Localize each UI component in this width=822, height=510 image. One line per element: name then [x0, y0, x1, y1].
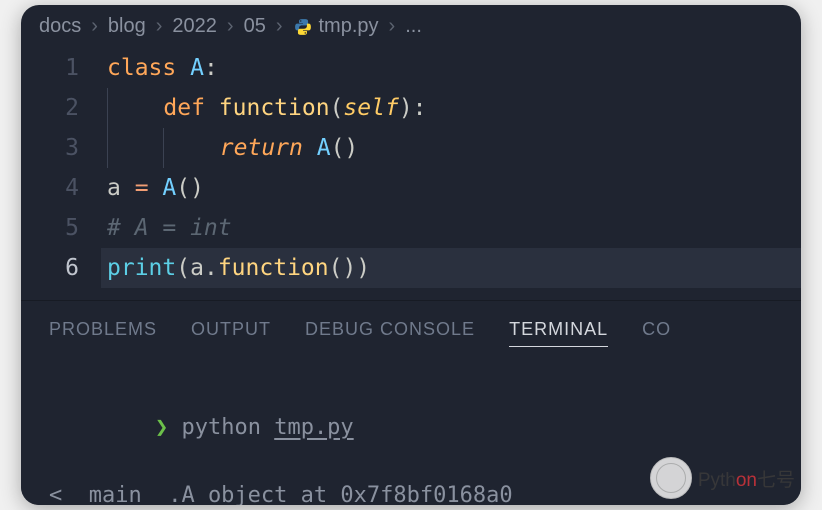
panel-tab-output[interactable]: OUTPUT	[191, 319, 271, 347]
token-punc: ())	[329, 255, 371, 281]
code-line[interactable]: print(a.function())	[101, 248, 801, 288]
token-punc: ()	[176, 175, 204, 201]
token-cls: A	[162, 175, 176, 201]
token-punc: :	[204, 55, 218, 81]
line-number: 2	[21, 88, 79, 128]
token-cls: A	[190, 55, 204, 81]
token-op: =	[135, 175, 163, 201]
chevron-right-icon: ›	[389, 15, 396, 38]
token-fn: function	[219, 95, 330, 121]
breadcrumb: docs › blog › 2022 › 05 › tmp.py › ...	[21, 5, 801, 46]
token-kw: class	[107, 55, 190, 81]
panel-tab-co[interactable]: CO	[642, 319, 671, 347]
python-icon	[293, 17, 313, 37]
token-cls: A	[317, 135, 331, 161]
chevron-right-icon: ›	[276, 15, 283, 38]
token-var: a	[190, 255, 204, 281]
watermark-text: Python七号	[698, 465, 795, 492]
code-line[interactable]: def function(self):	[107, 88, 801, 128]
panel-tab-terminal[interactable]: TERMINAL	[509, 319, 608, 347]
chevron-right-icon: ›	[227, 15, 234, 38]
breadcrumb-item[interactable]: 2022	[172, 15, 217, 38]
token-call: function	[218, 255, 329, 281]
token-punc: .	[204, 255, 218, 281]
code-line[interactable]: a = A()	[107, 168, 801, 208]
panel-tab-debug-console[interactable]: DEBUG CONSOLE	[305, 319, 475, 347]
line-number: 6	[21, 248, 79, 288]
token-punc: ):	[399, 95, 427, 121]
token-def: def	[163, 95, 218, 121]
watermark: Python七号	[650, 457, 795, 499]
token-var: a	[107, 175, 135, 201]
terminal-prompt: ❯	[155, 415, 168, 440]
token-punc: ()	[331, 135, 359, 161]
breadcrumb-file[interactable]: tmp.py	[319, 15, 379, 38]
editor-window: docs › blog › 2022 › 05 › tmp.py › ... 1…	[21, 5, 801, 505]
line-number: 3	[21, 128, 79, 168]
token-comment: # A = int	[107, 215, 232, 241]
breadcrumb-item[interactable]: blog	[108, 15, 146, 38]
breadcrumb-more[interactable]: ...	[405, 15, 422, 38]
line-number: 1	[21, 48, 79, 88]
terminal-command: python	[181, 415, 260, 440]
token-punc: (	[330, 95, 344, 121]
token-ret: return	[220, 135, 317, 161]
watermark-avatar	[650, 457, 692, 499]
panel-tabs: PROBLEMS OUTPUT DEBUG CONSOLE TERMINAL CO	[21, 301, 801, 357]
code-editor[interactable]: 123456 class A: def function(self): retu…	[21, 46, 801, 300]
chevron-right-icon: ›	[156, 15, 163, 38]
breadcrumb-item[interactable]: 05	[244, 15, 266, 38]
code-content[interactable]: class A: def function(self): return A()a…	[107, 48, 801, 288]
breadcrumb-item[interactable]: docs	[39, 15, 81, 38]
token-builtin: print	[107, 255, 176, 281]
token-punc: (	[176, 255, 190, 281]
code-line[interactable]: return A()	[107, 128, 801, 168]
line-number-gutter: 123456	[21, 48, 107, 288]
line-number: 5	[21, 208, 79, 248]
panel-tab-problems[interactable]: PROBLEMS	[49, 319, 157, 347]
terminal-arg: tmp.py	[274, 415, 353, 440]
code-line[interactable]: # A = int	[107, 208, 801, 248]
code-line[interactable]: class A:	[107, 48, 801, 88]
token-param: self	[343, 95, 398, 121]
chevron-right-icon: ›	[91, 15, 98, 38]
line-number: 4	[21, 168, 79, 208]
